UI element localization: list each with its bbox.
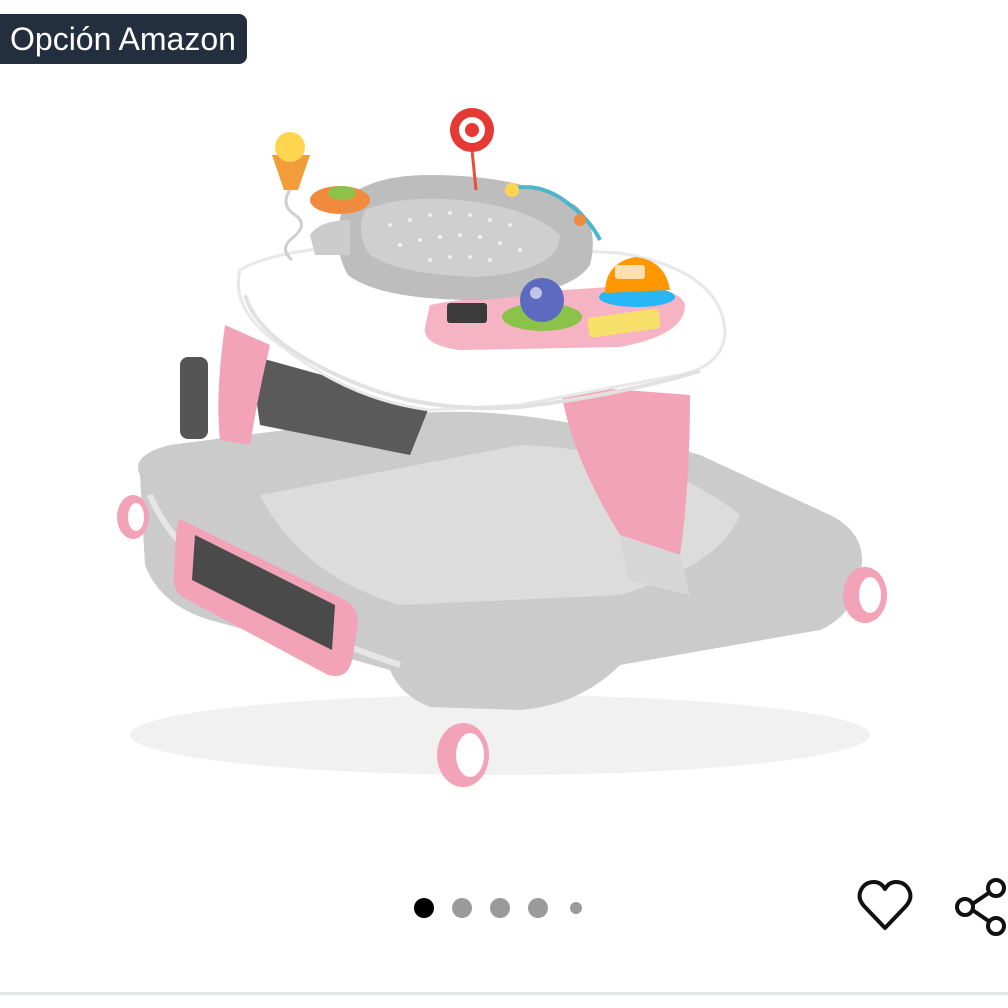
carousel-dot-5[interactable] (570, 902, 582, 914)
product-gallery: Opción Amazon (0, 0, 1008, 1008)
heart-outline-icon[interactable] (856, 878, 914, 936)
share-icon[interactable] (952, 876, 1008, 938)
divider (0, 992, 1008, 995)
carousel-dot-4[interactable] (528, 898, 548, 918)
carousel-indicators (414, 895, 582, 921)
carousel-dot-3[interactable] (490, 898, 510, 918)
carousel-dot-1[interactable] (414, 898, 434, 918)
carousel-dot-2[interactable] (452, 898, 472, 918)
amazon-choice-badge: Opción Amazon (0, 14, 247, 64)
product-image[interactable] (100, 95, 900, 800)
